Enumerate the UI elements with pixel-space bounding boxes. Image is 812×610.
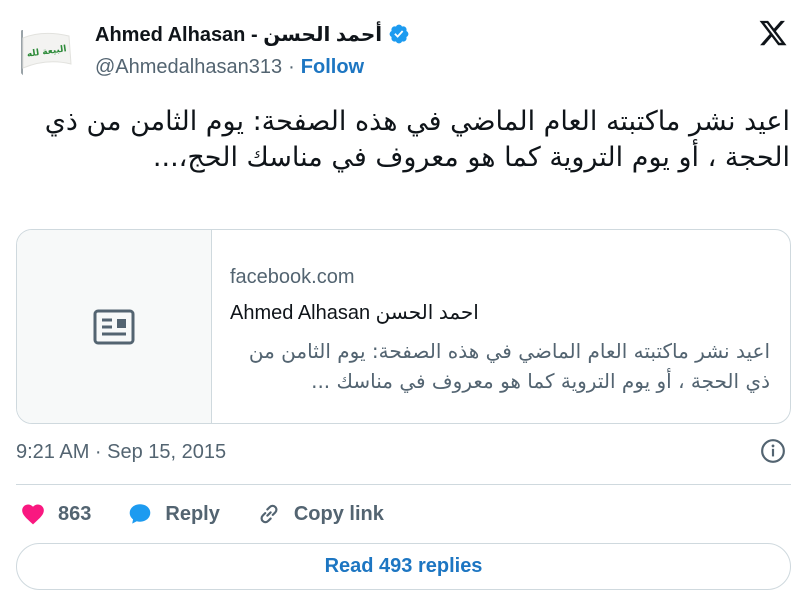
- link-thumbnail: [17, 230, 212, 423]
- avatar[interactable]: البيعة لله: [13, 20, 77, 84]
- read-replies-button[interactable]: Read 493 replies: [16, 543, 791, 590]
- tweet-embed: البيعة لله Ahmed Alhasan - أحمد الحسن @A…: [0, 0, 812, 610]
- link-domain: facebook.com: [230, 266, 355, 288]
- tweet-timestamp[interactable]: 9:21 AM · Sep 15, 2015: [16, 437, 226, 467]
- author-handle-row: @Ahmedalhasan313 · Follow: [95, 54, 364, 80]
- link-card-body: facebook.com Ahmed Alhasan احمد الحسن اع…: [212, 230, 790, 423]
- author-name-row: Ahmed Alhasan - أحمد الحسن: [95, 20, 410, 48]
- reply-button[interactable]: Reply: [127, 501, 220, 527]
- author-display-name[interactable]: Ahmed Alhasan - أحمد الحسن: [95, 22, 382, 47]
- heart-icon: [22, 504, 44, 525]
- x-logo-icon[interactable]: [756, 18, 790, 48]
- like-count: 863: [58, 502, 92, 525]
- reply-label: Reply: [165, 502, 220, 525]
- article-icon: [93, 309, 135, 344]
- action-bar: 863 Reply Copy link: [20, 497, 420, 531]
- link-preview-card[interactable]: facebook.com Ahmed Alhasan احمد الحسن اع…: [16, 229, 791, 424]
- reply-bubble-icon: [130, 504, 151, 524]
- link-icon: [260, 504, 278, 524]
- avatar-flag-image: البيعة لله: [13, 20, 77, 84]
- info-icon[interactable]: [760, 438, 786, 464]
- link-description: اعيد نشر ماكتبته العام الماضي في هذه الص…: [248, 339, 770, 393]
- like-button[interactable]: 863: [20, 501, 91, 527]
- copy-link-button[interactable]: Copy link: [256, 501, 384, 527]
- verified-badge-icon: [389, 24, 409, 44]
- link-title: Ahmed Alhasan احمد الحسن: [230, 302, 479, 324]
- tweet-text: اعيد نشر ماكتبته العام الماضي في هذه الص…: [44, 106, 790, 173]
- follow-button[interactable]: Follow: [301, 56, 364, 79]
- author-handle[interactable]: @Ahmedalhasan313: [95, 56, 282, 79]
- read-replies-label: Read 493 replies: [324, 555, 483, 577]
- divider: [16, 484, 791, 485]
- timestamp-text[interactable]: 9:21 AM · Sep 15, 2015: [16, 441, 226, 464]
- copy-link-label: Copy link: [293, 502, 384, 525]
- separator-dot: ·: [288, 55, 295, 78]
